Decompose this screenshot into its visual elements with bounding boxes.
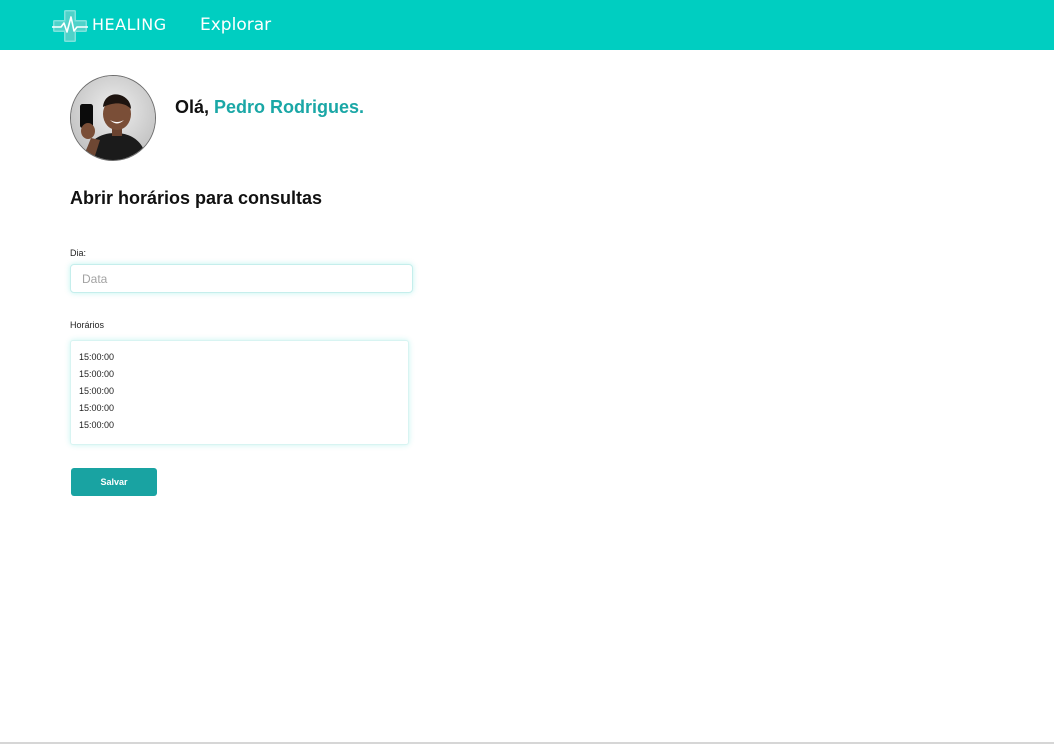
medical-cross-heartbeat-icon[interactable]	[52, 9, 88, 43]
page-title: Abrir horários para consultas	[70, 188, 323, 208]
time-item[interactable]: 15:00:00	[79, 366, 408, 383]
brand-name: HEALING	[92, 15, 167, 34]
time-item[interactable]: 15:00:00	[79, 417, 408, 434]
greeting: Olá, Pedro Rodrigues.	[175, 96, 364, 118]
time-item[interactable]: 15:00:00	[79, 400, 408, 417]
day-label: Dia:	[70, 248, 87, 258]
top-navbar: HEALING Explorar	[0, 0, 1054, 50]
time-item[interactable]: 15:00:00	[79, 383, 408, 400]
user-name: Pedro Rodrigues.	[214, 97, 365, 117]
avatar	[70, 75, 156, 161]
save-button[interactable]: Salvar	[71, 468, 157, 496]
greeting-prefix: Olá,	[175, 97, 215, 117]
date-input[interactable]	[70, 264, 413, 293]
time-item[interactable]: 15:00:00	[79, 349, 408, 366]
times-list-box[interactable]: 15:00:00 15:00:00 15:00:00 15:00:00 15:0…	[70, 340, 409, 445]
nav-link-explorar[interactable]: Explorar	[200, 14, 271, 36]
times-list: 15:00:00 15:00:00 15:00:00 15:00:00 15:0…	[79, 349, 408, 434]
times-label: Horários	[70, 320, 105, 330]
